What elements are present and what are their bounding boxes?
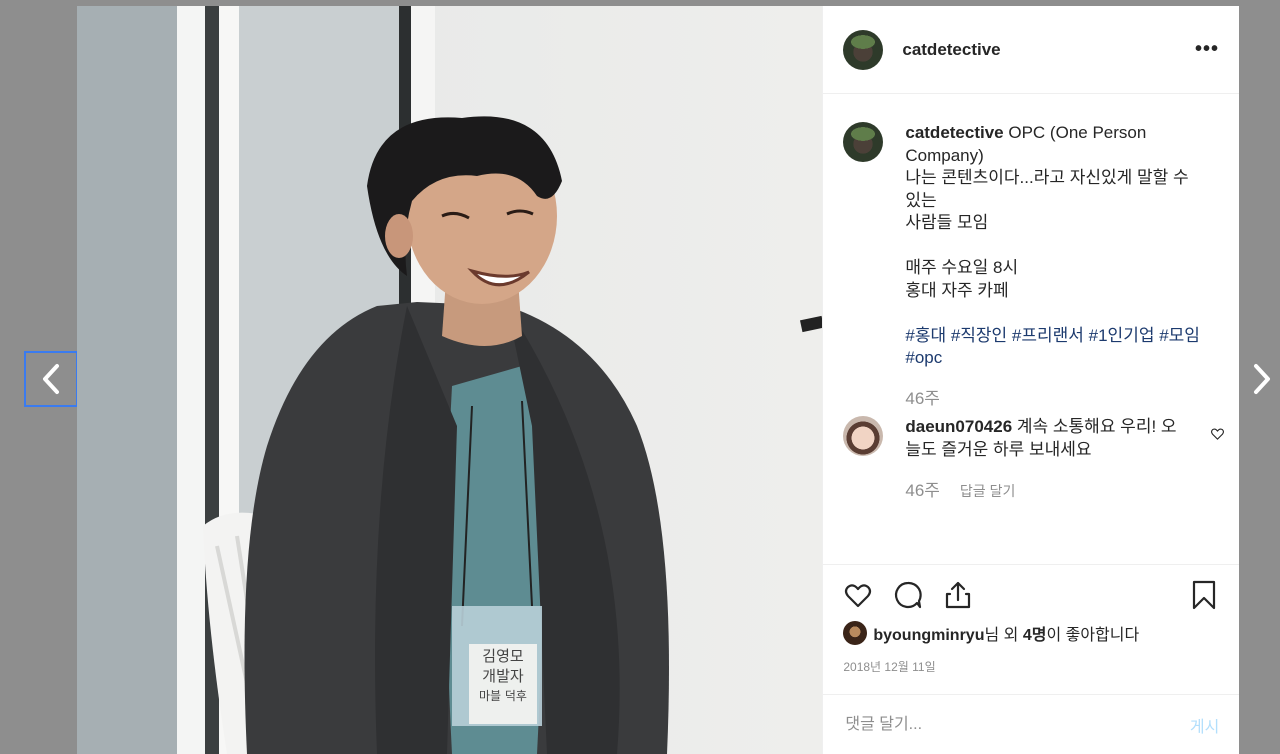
liker-username[interactable]: byoungminryu [873,627,984,644]
caption-time[interactable]: 46주 [905,388,1205,411]
comment-bubble-icon[interactable] [893,580,923,610]
caption-username[interactable]: catdetective [905,123,1003,142]
reply-button[interactable]: 답글 달기 [960,480,1015,503]
caption: catdetective OPC (One Person Company) 나는… [843,122,1219,410]
like-comment-heart-icon[interactable] [1210,426,1225,441]
caption-line: OPC (One Person [1008,123,1147,142]
author-username[interactable]: catdetective [902,40,1000,60]
post-date[interactable]: 2018년 12월 11일 [823,645,1239,675]
liker-avatar[interactable] [843,621,868,645]
photo-nametag-line: 개발자 [482,667,524,685]
post-comment-button[interactable]: 게시 [1190,713,1219,737]
post-header: catdetective ••• [823,6,1239,94]
likes-count[interactable]: 4명 [1023,627,1047,644]
commenter-avatar[interactable] [843,416,884,456]
comment-meta: 46주 답글 달기 [905,480,1195,503]
photo-nametag-line: 마블 덕후 [479,689,527,703]
bookmark-icon[interactable] [1189,580,1219,610]
likes-suffix-end: 이 좋아합니다 [1046,627,1140,644]
post-actions: byoungminryu님 외 4명이 좋아합니다 2018년 12월 11일 [823,564,1240,675]
hashtags[interactable]: #홍대 #직장인 #프리랜서 #1인기업 #모임 [905,326,1200,345]
comment-time[interactable]: 46주 [905,480,940,503]
caption-line: Company) [905,145,984,165]
comment-body: daeun070426 계속 소통해요 우리! 오 늘도 즐거운 하루 보내세요… [905,416,1195,503]
hashtag-opc[interactable]: #opc [905,348,942,367]
photo-illustration [77,6,823,754]
likes-summary: byoungminryu님 외 4명이 좋아합니다 [823,611,1239,645]
chevron-left-icon [43,364,59,394]
like-heart-icon[interactable] [843,580,873,610]
post-modal: 김영모 개발자 마블 덕후 catdetective ••• catdetect… [77,6,1240,754]
photo-nametag-line: 김영모 [482,647,524,665]
caption-body: catdetective OPC (One Person Company) 나는… [905,122,1205,410]
next-post-button[interactable] [1236,351,1280,407]
action-bar [823,565,1239,611]
comment-text: 계속 소통해요 우리! 오 [1016,417,1177,436]
comment-form: 게시 [823,694,1240,754]
chevron-right-icon [1254,364,1270,394]
more-options-icon[interactable]: ••• [1195,38,1219,61]
photo-nametag: 김영모 개발자 마블 덕후 [469,646,537,706]
likes-suffix: 님 외 [984,627,1023,644]
caption-line: 사람들 모임 [905,213,989,232]
likes-text: byoungminryu님 외 4명이 좋아합니다 [873,621,1139,645]
comment-item: daeun070426 계속 소통해요 우리! 오 늘도 즐거운 하루 보내세요… [843,416,1224,503]
caption-line: 매주 수요일 8시 [905,258,1019,277]
caption-line: 나는 콘텐츠이다...라고 자신있게 말할 수 있는 [905,168,1189,210]
commenter-username[interactable]: daeun070426 [905,417,1012,436]
post-sidebar: catdetective ••• catdetective OPC (One P… [822,6,1240,754]
share-icon[interactable] [943,580,973,610]
caption-author-avatar[interactable] [843,122,884,162]
comments-section: catdetective OPC (One Person Company) 나는… [823,94,1239,564]
previous-post-button[interactable] [24,351,78,407]
caption-line: 홍대 자주 카페 [905,280,1009,300]
comment-input[interactable] [843,714,1148,735]
comment-text: 늘도 즐거운 하루 보내세요 [905,439,1092,459]
author-avatar[interactable] [843,29,884,70]
post-photo: 김영모 개발자 마블 덕후 [77,6,823,754]
